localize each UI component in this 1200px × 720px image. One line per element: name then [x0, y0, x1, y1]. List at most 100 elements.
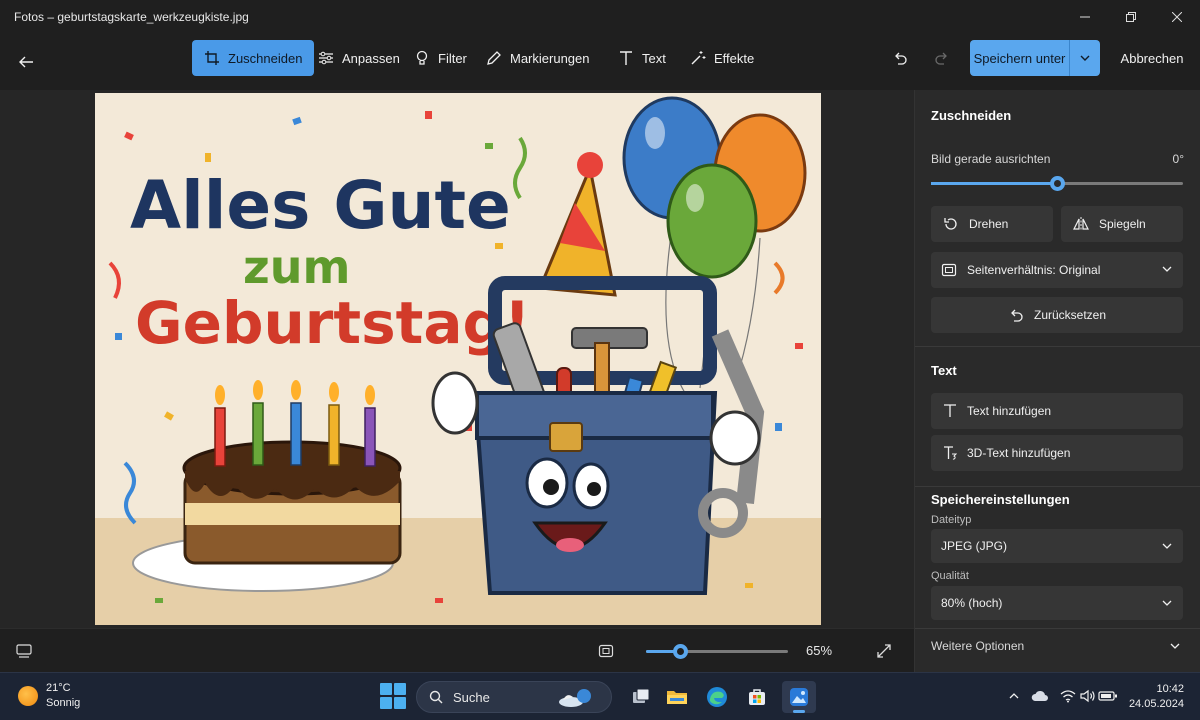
text-3d-icon — [944, 446, 957, 460]
undo-icon — [895, 52, 907, 65]
tab-label: Zuschneiden — [228, 50, 303, 66]
taskbar-task-view[interactable] — [624, 681, 658, 713]
arrow-left-icon — [19, 56, 33, 68]
restore-icon — [1126, 12, 1136, 22]
birthday-cake — [132, 380, 402, 592]
search-highlight-icon — [559, 689, 591, 707]
flip-label: Spiegeln — [1099, 217, 1146, 231]
straighten-slider[interactable] — [931, 176, 1183, 191]
filmstrip-toggle-button[interactable] — [12, 639, 36, 663]
edge-browser-icon — [707, 687, 727, 707]
more-options-expander[interactable]: Weitere Optionen — [915, 629, 1200, 665]
tray-wifi[interactable] — [1058, 685, 1078, 707]
window-controls — [1062, 0, 1200, 34]
zoom-slider-thumb[interactable] — [672, 644, 688, 659]
canvas-bottom-bar: 65% — [0, 628, 914, 672]
aspect-ratio-icon — [941, 263, 957, 277]
redo-button[interactable] — [928, 44, 956, 72]
zoom-slider[interactable] — [646, 644, 788, 659]
store-icon — [749, 689, 765, 705]
zoom-percentage: 65% — [806, 643, 833, 658]
image-canvas[interactable]: Alles Gute zum Geburtstag! — [0, 90, 914, 628]
birthday-card-illustration: Alles Gute zum Geburtstag! — [95, 96, 821, 625]
chevron-down-icon — [1162, 600, 1172, 606]
tray-onedrive[interactable] — [1030, 685, 1050, 707]
undo-button[interactable] — [886, 44, 914, 72]
weather-widget[interactable]: 21°C Sonnig — [18, 681, 80, 711]
expand-icon — [877, 644, 891, 658]
fullscreen-button[interactable] — [872, 639, 896, 663]
add-text-label: Text hinzufügen — [967, 404, 1052, 418]
add-3d-text-button[interactable]: 3D-Text hinzufügen — [931, 435, 1183, 471]
section-title-save-settings: Speichereinstellungen — [931, 492, 1070, 507]
tab-effekte[interactable]: Effekte — [678, 40, 766, 76]
weather-temperature: 21°C — [46, 682, 71, 694]
quality-dropdown[interactable]: 80% (hoch) — [931, 586, 1183, 620]
save-options-dropdown[interactable] — [1070, 40, 1100, 76]
filetype-dropdown[interactable]: JPEG (JPG) — [931, 529, 1183, 563]
battery-icon — [1098, 691, 1117, 701]
edited-photo[interactable]: Alles Gute zum Geburtstag! — [95, 93, 821, 625]
filetype-label: Dateityp — [931, 514, 972, 526]
start-button[interactable] — [380, 683, 406, 709]
maximize-button[interactable] — [1108, 0, 1154, 34]
search-icon — [429, 690, 443, 704]
title-bar: Fotos – geburtstagskarte_werkzeugkiste.j… — [0, 0, 1200, 34]
tab-text[interactable]: Text — [606, 40, 678, 76]
tab-label: Text — [642, 50, 666, 66]
fit-to-window-button[interactable] — [594, 639, 618, 663]
taskbar-search[interactable]: Suche — [416, 681, 612, 713]
clock-date: 24.05.2024 — [1128, 698, 1184, 710]
add-text-button[interactable]: Text hinzufügen — [931, 393, 1183, 429]
tray-volume[interactable] — [1078, 685, 1098, 707]
section-title-text: Text — [931, 363, 957, 378]
tray-overflow-button[interactable] — [1004, 685, 1024, 707]
save-as-label[interactable]: Speichern unter — [970, 40, 1070, 76]
rotate-button[interactable]: Drehen — [931, 206, 1053, 242]
taskbar-store[interactable] — [740, 681, 774, 713]
close-button[interactable] — [1154, 0, 1200, 34]
crop-icon — [205, 51, 219, 65]
crop-side-panel: Zuschneiden Bild gerade ausrichten 0° Dr… — [914, 90, 1200, 672]
quality-value: 80% (hoch) — [941, 596, 1003, 610]
taskbar-photos[interactable] — [782, 681, 816, 713]
chevron-up-icon — [1009, 693, 1019, 699]
sliders-icon — [319, 51, 333, 65]
active-app-indicator — [793, 710, 805, 713]
tab-markierungen[interactable]: Markierungen — [474, 40, 602, 76]
tab-filter[interactable]: Filter — [402, 40, 479, 76]
reset-button[interactable]: Zurücksetzen — [931, 297, 1183, 333]
straighten-slider-thumb[interactable] — [1049, 176, 1065, 191]
tab-anpassen[interactable]: Anpassen — [306, 40, 412, 76]
more-options-label: Weitere Optionen — [931, 639, 1025, 653]
tab-label: Markierungen — [510, 50, 590, 66]
magic-wand-icon — [691, 51, 706, 65]
filmstrip-icon — [16, 644, 32, 658]
aspect-ratio-value: Seitenverhältnis: Original — [967, 263, 1101, 277]
quality-label: Qualität — [931, 570, 969, 582]
add-3d-text-label: 3D-Text hinzufügen — [967, 446, 1071, 460]
back-button[interactable] — [10, 46, 42, 78]
filter-icon — [416, 50, 428, 65]
party-hat — [537, 152, 617, 297]
save-as-button[interactable]: Speichern unter — [970, 40, 1100, 76]
tab-label: Anpassen — [342, 50, 400, 66]
aspect-ratio-dropdown[interactable]: Seitenverhältnis: Original — [931, 252, 1183, 288]
weather-description: Sonnig — [46, 697, 81, 709]
reset-label: Zurücksetzen — [1033, 308, 1107, 322]
taskbar-clock[interactable]: 10:42 24.05.2024 — [1129, 682, 1184, 712]
tray-battery[interactable] — [1098, 685, 1118, 707]
minimize-button[interactable] — [1062, 0, 1108, 34]
tab-zuschneiden[interactable]: Zuschneiden — [192, 40, 315, 76]
cancel-button[interactable]: Abbrechen — [1112, 40, 1192, 76]
search-label: Suche — [453, 689, 490, 705]
straighten-label: Bild gerade ausrichten — [931, 152, 1051, 166]
folder-icon — [667, 691, 687, 704]
chevron-down-icon — [1080, 55, 1090, 61]
taskbar-edge[interactable] — [700, 681, 734, 713]
flip-button[interactable]: Spiegeln — [1061, 206, 1183, 242]
taskbar-file-explorer[interactable] — [660, 681, 694, 713]
clock-time: 10:42 — [1156, 683, 1184, 695]
tab-label: Effekte — [714, 50, 755, 66]
rotate-label: Drehen — [969, 217, 1009, 231]
